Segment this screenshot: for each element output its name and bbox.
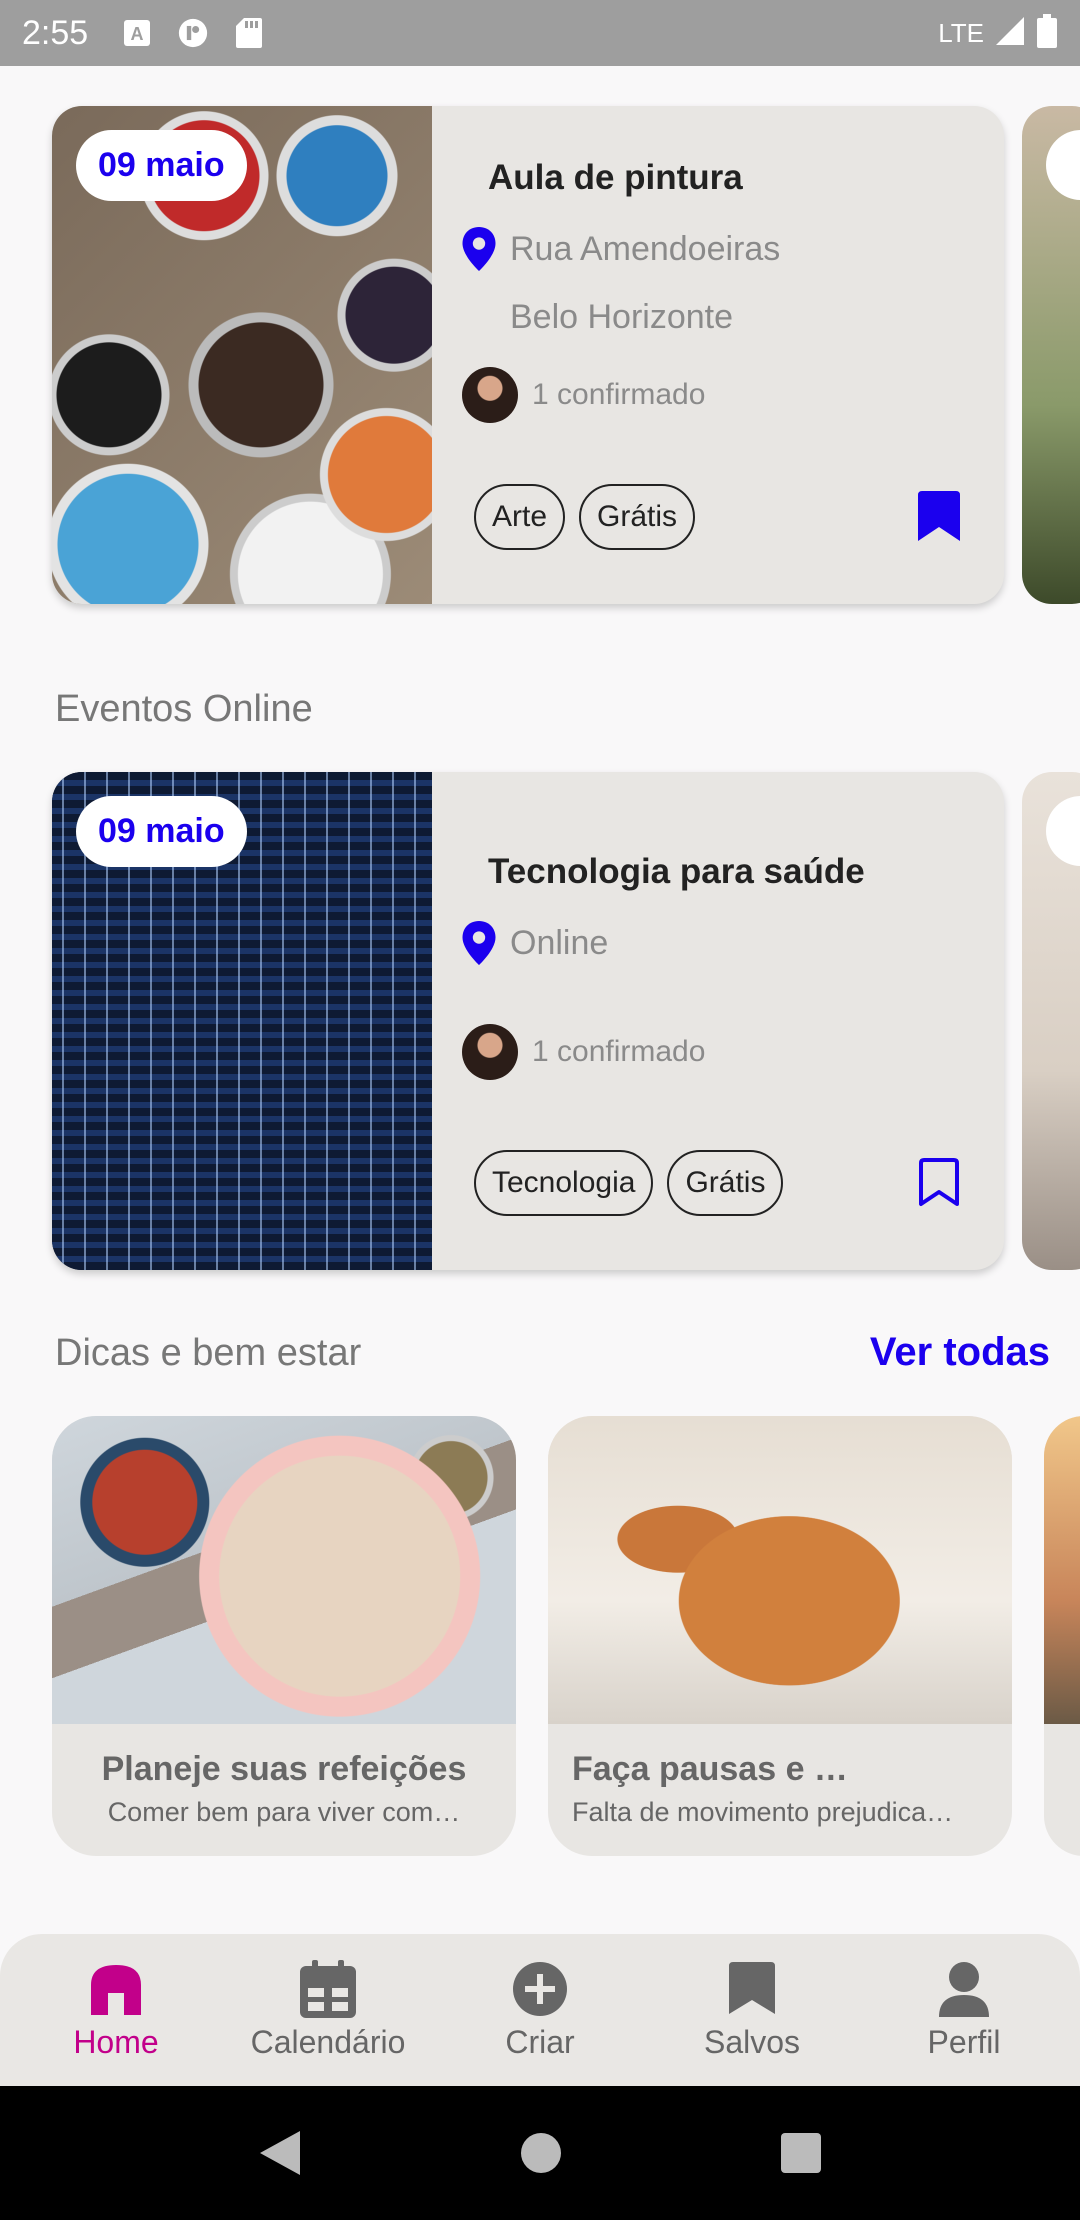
nav-profile-label: Perfil: [927, 2023, 1001, 2060]
battery-icon: [1036, 14, 1058, 52]
person-icon: [934, 1960, 994, 2018]
home-icon: [86, 1960, 146, 2018]
event-location: Rua Amendoeiras: [510, 229, 781, 268]
confirmed-count: 1 confirmado: [532, 1035, 706, 1068]
event-location: Online: [510, 923, 609, 962]
section-title-online: Eventos Online: [55, 688, 313, 730]
attendee-avatar: [462, 1024, 518, 1080]
event-date-badge: 09 maio: [76, 130, 247, 201]
bookmark-icon: [722, 1960, 782, 2018]
status-time: 2:55: [22, 13, 89, 52]
event-card-peek[interactable]: [1022, 772, 1080, 1270]
tip-image: [52, 1416, 516, 1724]
tip-title: Faça pausas e …: [572, 1750, 848, 1788]
nav-saved[interactable]: Salvos: [652, 1960, 852, 2061]
tip-subtitle: Falta de movimento prejudica…: [572, 1797, 954, 1827]
nav-home[interactable]: Home: [16, 1960, 216, 2061]
location-pin-icon: [462, 921, 496, 965]
system-nav-bar: [0, 2086, 1080, 2220]
see-all-link[interactable]: Ver todas: [870, 1330, 1050, 1375]
tip-card-peek[interactable]: [1044, 1416, 1080, 1856]
tag-chip[interactable]: Grátis: [667, 1150, 784, 1216]
location-pin-icon: [462, 227, 496, 271]
nav-create-label: Criar: [505, 2023, 575, 2060]
event-title: Tecnologia para saúde: [488, 852, 865, 891]
tip-card[interactable]: Faça pausas e … Falta de movimento preju…: [548, 1416, 1012, 1856]
event-image: 09 maio: [52, 106, 432, 604]
tag-chip[interactable]: Arte: [474, 484, 566, 550]
event-date-badge: [1046, 130, 1080, 200]
confirmed-count: 1 confirmado: [532, 378, 706, 411]
nav-calendar[interactable]: Calendário: [228, 1959, 428, 2061]
status-bar: 2:55 A LTE: [0, 0, 1080, 66]
event-image: 09 maio: [52, 772, 432, 1270]
nav-home-label: Home: [73, 2023, 159, 2060]
attendee-avatar: [462, 367, 518, 423]
sd-card-icon: [234, 18, 264, 48]
event-date-badge: 09 maio: [76, 796, 247, 867]
nav-calendar-label: Calendário: [250, 2023, 406, 2060]
event-card-peek[interactable]: [1022, 106, 1080, 604]
app-notification-icon: [178, 18, 208, 48]
back-icon[interactable]: [258, 2129, 302, 2177]
nav-create[interactable]: Criar: [440, 1960, 640, 2061]
tip-image: [548, 1416, 1012, 1724]
bookmark-outline-icon[interactable]: [914, 1157, 964, 1209]
signal-icon: [994, 15, 1026, 51]
svg-text:A: A: [131, 24, 144, 44]
event-card-online[interactable]: 09 maio Tecnologia para saúde Online 1 c…: [52, 772, 1004, 1270]
section-title-tips: Dicas e bem estar: [55, 1332, 362, 1374]
bottom-nav: Home Calendário Criar Salvos Perfil: [0, 1934, 1080, 2086]
calendar-icon: [298, 1959, 358, 2018]
tag-chip[interactable]: Grátis: [579, 484, 696, 550]
event-city: Belo Horizonte: [510, 298, 734, 336]
home-circle-icon[interactable]: [519, 2131, 563, 2175]
tip-image: [1044, 1416, 1080, 1724]
nav-profile[interactable]: Perfil: [864, 1960, 1064, 2061]
tip-title: Planeje suas refeições: [101, 1750, 467, 1788]
bookmark-filled-icon[interactable]: [914, 491, 964, 543]
add-circle-icon: [510, 1960, 570, 2018]
tag-chip[interactable]: Tecnologia: [474, 1150, 654, 1216]
tip-card[interactable]: Planeje suas refeições Comer bem para vi…: [52, 1416, 516, 1856]
event-date-badge: [1046, 796, 1080, 866]
event-card[interactable]: 09 maio Aula de pintura Rua Amendoeiras …: [52, 106, 1004, 604]
tip-subtitle: Comer bem para viver com…: [107, 1797, 461, 1827]
event-title: Aula de pintura: [488, 158, 743, 197]
recents-icon[interactable]: [780, 2132, 822, 2174]
network-type: LTE: [938, 17, 984, 48]
nav-saved-label: Salvos: [703, 2023, 801, 2060]
home-content[interactable]: 09 maio Aula de pintura Rua Amendoeiras …: [0, 66, 1080, 1934]
keyboard-a-icon: A: [122, 18, 152, 48]
